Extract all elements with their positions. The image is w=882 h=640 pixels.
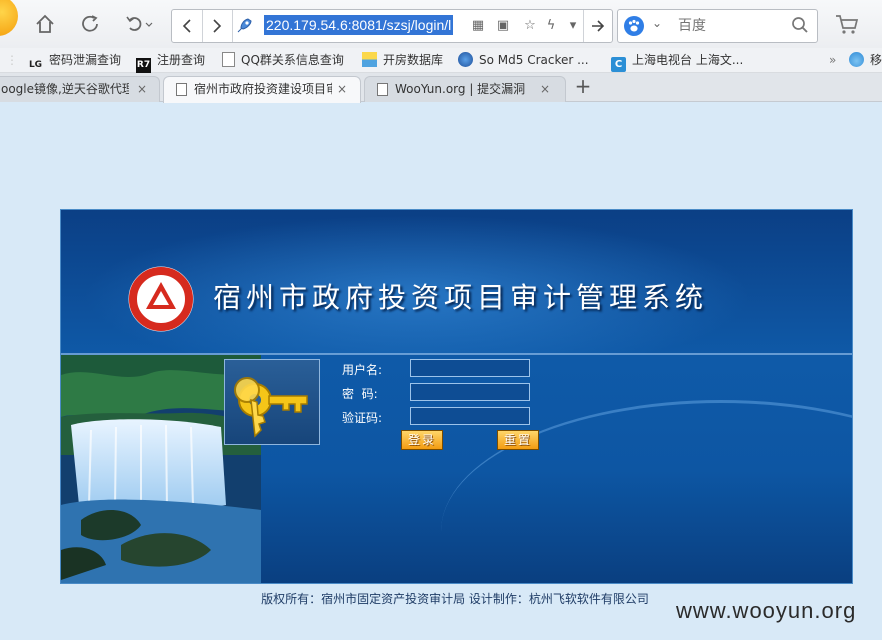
r7-icon: R7 — [136, 58, 151, 73]
bookmark-item-lg[interactable]: LG 密码泄漏查询 — [28, 51, 122, 70]
cloud-icon — [849, 52, 864, 67]
lightning-icon[interactable]: ϟ — [543, 18, 559, 34]
watermark-text: www.wooyun.org — [676, 598, 857, 623]
login-panel: 宿州市政府投资项目审计管理系统 用户名: 密 码: 验证码: 登录 重置 — [60, 209, 853, 584]
home-icon[interactable] — [30, 9, 60, 39]
bookmark-label: 密码泄漏查询 — [49, 53, 122, 67]
audit-emblem-icon — [128, 266, 194, 332]
qr-code-icon[interactable]: ▦ — [470, 18, 486, 34]
bookmark-item-shanghai-tv[interactable]: C 上海电视台 上海文... — [611, 51, 744, 72]
page-icon — [377, 83, 388, 96]
address-bar: 220.179.54.6:8081/szsj/login/l ▦ ▣ ☆ ϟ ▾ — [171, 9, 613, 43]
key-image — [224, 359, 320, 445]
reader-mode-icon[interactable]: ▣ — [495, 18, 511, 34]
database-icon — [362, 52, 377, 67]
bookmark-item-kaifang[interactable]: 开房数据库 — [362, 51, 443, 69]
close-icon[interactable]: × — [335, 77, 349, 101]
tab-title: WooYun.org | 提交漏洞 — [395, 82, 526, 96]
bookmark-item-r7[interactable]: R7 注册查询 — [136, 51, 206, 73]
back-button[interactable] — [172, 10, 203, 42]
tab-wooyun[interactable]: WooYun.org | 提交漏洞 × — [364, 76, 566, 102]
address-url[interactable]: 220.179.54.6:8081/szsj/login/l — [264, 15, 454, 35]
login-button[interactable]: 登录 — [401, 430, 443, 450]
system-title: 宿州市政府投资项目审计管理系统 — [213, 281, 709, 314]
cart-icon[interactable] — [834, 13, 860, 37]
undo-close-tab-icon[interactable] — [124, 9, 154, 39]
username-label: 用户名: — [342, 363, 383, 377]
bookmark-label: 移 — [870, 53, 882, 67]
password-label: 密 码: — [342, 387, 378, 401]
tab-title: oogle镜像,逆天谷歌代理 — [1, 82, 129, 96]
baidu-paw-icon[interactable] — [624, 16, 644, 36]
tab-bar: oogle镜像,逆天谷歌代理 × 宿州市政府投资建设项目审 × WooYun.o… — [0, 73, 882, 103]
bookmark-item-cloud[interactable]: 移 — [849, 51, 882, 69]
username-input[interactable] — [410, 359, 530, 377]
search-input[interactable] — [676, 10, 780, 42]
bookmarks-overflow-button[interactable]: » — [829, 51, 836, 69]
bookmarks-separator: ⋮ — [6, 53, 18, 67]
c-logo-icon: C — [611, 57, 626, 72]
lg-icon: LG — [28, 60, 43, 70]
bookmark-item-somd5[interactable]: So Md5 Cracker ... — [458, 51, 589, 69]
decorative-arc — [441, 400, 852, 583]
close-icon[interactable]: × — [135, 77, 149, 101]
tab-suzhou-audit[interactable]: 宿州市政府投资建设项目审 × — [163, 76, 361, 103]
browser-logo-icon[interactable] — [0, 0, 18, 36]
browser-toolbar: 220.179.54.6:8081/szsj/login/l ▦ ▣ ☆ ϟ ▾… — [0, 0, 882, 48]
page-icon — [222, 52, 235, 67]
bookmark-label: QQ群关系信息查询 — [241, 53, 344, 67]
new-tab-button[interactable]: + — [572, 75, 594, 97]
bookmark-label: So Md5 Cracker ... — [479, 53, 589, 67]
captcha-input[interactable] — [410, 407, 530, 425]
search-box: ⌄ — [617, 9, 818, 43]
dropdown-caret-icon[interactable]: ▾ — [565, 18, 581, 34]
bookmark-label: 注册查询 — [157, 53, 206, 67]
tab-title: 宿州市政府投资建设项目审 — [194, 82, 332, 96]
bookmark-label: 上海电视台 上海文... — [632, 53, 744, 67]
refresh-icon[interactable] — [75, 9, 105, 39]
bookmarks-bar: ⋮ LG 密码泄漏查询 R7 注册查询 QQ群关系信息查询 开房数据库 So Md5… — [0, 48, 882, 73]
reset-button[interactable]: 重置 — [497, 430, 539, 450]
forward-button[interactable] — [202, 10, 233, 42]
key-icon — [234, 377, 308, 438]
search-icon[interactable] — [791, 16, 811, 36]
password-input[interactable] — [410, 383, 530, 401]
captcha-label: 验证码: — [342, 411, 383, 425]
chevron-down-icon[interactable]: ⌄ — [652, 16, 662, 30]
somd5-icon — [458, 52, 473, 67]
page-icon — [176, 83, 187, 96]
bookmark-item-qq[interactable]: QQ群关系信息查询 — [222, 51, 344, 69]
bookmark-label: 开房数据库 — [383, 53, 444, 67]
rocket-icon — [234, 16, 254, 36]
tab-google-mirror[interactable]: oogle镜像,逆天谷歌代理 × — [0, 76, 160, 102]
go-button[interactable] — [583, 10, 612, 42]
close-icon[interactable]: × — [538, 77, 552, 101]
bookmark-star-icon[interactable]: ☆ — [522, 18, 538, 34]
